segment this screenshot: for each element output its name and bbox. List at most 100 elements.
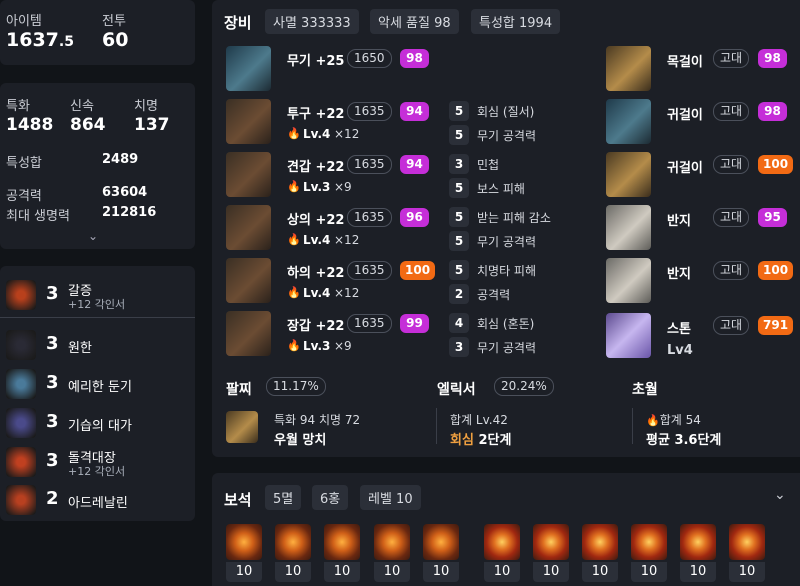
accessory-name: 목걸이	[667, 55, 703, 70]
gear-icon[interactable]	[226, 205, 271, 250]
engraving-icon	[6, 330, 36, 360]
engraving-level: 3	[46, 283, 59, 304]
accessory-name: 반지	[667, 267, 691, 282]
elixir-title: 엘릭서	[437, 382, 476, 398]
gem-item[interactable]: 10	[484, 524, 520, 582]
gems-title: 보석	[224, 491, 252, 509]
gear-item-level: 1635	[347, 102, 392, 121]
gear-name: 투구 +22	[287, 107, 345, 122]
flame-icon: 🔥	[287, 286, 301, 299]
gear-icon[interactable]	[226, 99, 271, 144]
engraving-level: 2	[46, 488, 59, 509]
engraving-name[interactable]: 원한	[68, 337, 92, 356]
gear-icon[interactable]	[226, 152, 271, 197]
accessory-grade: 고대	[713, 261, 750, 280]
accessory-quality-badge: 791	[758, 316, 794, 335]
collapse-chevron-icon[interactable]: ⌄	[774, 487, 786, 503]
gem-item[interactable]: 10	[729, 524, 765, 582]
gem-icon	[374, 524, 410, 560]
accessory-icon[interactable]	[606, 313, 651, 358]
accessory-icon[interactable]	[606, 258, 651, 303]
tag-gem-3: 레벨 10	[360, 485, 421, 510]
elixir-option-name: 공격력	[477, 288, 511, 302]
engraving-name[interactable]: 기습의 대가	[68, 415, 132, 434]
combat-level-value: 60	[102, 29, 129, 51]
stat-fatal-label: 치명	[134, 99, 158, 114]
engraving-book: +12 각인서	[68, 298, 126, 311]
transcend-multiplier: ×12	[334, 233, 360, 247]
accessory-name: 귀걸이	[667, 161, 703, 176]
gem-item[interactable]: 10	[582, 524, 618, 582]
gem-icon	[275, 524, 311, 560]
expand-chevron-icon[interactable]: ⌄	[88, 229, 98, 243]
gem-item[interactable]: 10	[324, 524, 360, 582]
elixir-option-name: 무기 공격력	[477, 129, 537, 143]
accessory-icon[interactable]	[606, 99, 651, 144]
transcend-multiplier: ×9	[334, 180, 352, 194]
gear-name: 견갑 +22	[287, 160, 345, 175]
engraving-name[interactable]: 아드레날린	[68, 492, 128, 511]
gem-icon	[484, 524, 520, 560]
transcend-title: 초월	[632, 382, 658, 398]
flame-icon: 🔥	[287, 339, 301, 352]
elixir-option-level: 5	[449, 101, 469, 121]
transcend-average: 평균 3.6단계	[646, 433, 722, 448]
gear-quality-badge: 96	[400, 208, 429, 227]
gear-item-level: 1635	[347, 261, 392, 280]
accessory-quality-badge: 98	[758, 49, 787, 68]
stat-hp-value: 212816	[102, 205, 157, 220]
gem-item[interactable]: 10	[275, 524, 311, 582]
elixir-option-name: 무기 공격력	[477, 235, 537, 249]
stat-atk-label: 공격력	[6, 189, 42, 204]
elixir-effect: 회심 2단계	[450, 433, 512, 448]
engraving-icon	[6, 369, 36, 399]
gem-item[interactable]: 10	[226, 524, 262, 582]
accessory-icon[interactable]	[606, 46, 651, 91]
elixir-option-name: 받는 피해 감소	[477, 211, 551, 225]
accessory-grade: 고대	[713, 155, 750, 174]
divider	[632, 408, 633, 444]
elixir-option-level: 3	[449, 337, 469, 357]
bracelet-stats: 특화 94 치명 72	[274, 413, 361, 427]
transcend-level: Lv.4	[303, 127, 331, 141]
gem-icon	[680, 524, 716, 560]
gem-item[interactable]: 10	[423, 524, 459, 582]
flame-icon: 🔥	[287, 180, 301, 193]
divider	[0, 317, 195, 318]
accessory-icon[interactable]	[606, 152, 651, 197]
accessory-grade: 고대	[713, 49, 750, 68]
engraving-name[interactable]: 예리한 둔기	[68, 376, 132, 395]
bracelet-percent: 11.17%	[266, 377, 326, 396]
bracelet-icon	[226, 411, 258, 443]
transcend-level: Lv.4	[303, 233, 331, 247]
gem-item[interactable]: 10	[374, 524, 410, 582]
gear-icon[interactable]	[226, 311, 271, 356]
engraving-icon	[6, 280, 36, 310]
accessory-quality-badge: 100	[758, 155, 794, 174]
gem-icon	[423, 524, 459, 560]
gear-item-level: 1635	[347, 155, 392, 174]
gear-icon[interactable]	[226, 46, 271, 91]
accessory-icon[interactable]	[606, 205, 651, 250]
elixir-option-level: 5	[449, 125, 469, 145]
stat-fatal-value: 137	[134, 115, 170, 135]
gem-item[interactable]: 10	[533, 524, 569, 582]
elixir-option-level: 4	[449, 313, 469, 333]
stone-level: Lv4	[667, 343, 693, 358]
gem-item[interactable]: 10	[631, 524, 667, 582]
gem-item[interactable]: 10	[680, 524, 716, 582]
elixir-option-name: 무기 공격력	[477, 341, 537, 355]
stat-total-label: 특성합	[6, 156, 42, 171]
gem-level: 10	[631, 562, 667, 582]
flame-icon: 🔥	[287, 233, 301, 246]
gear-icon[interactable]	[226, 258, 271, 303]
gear-item-level: 1635	[347, 314, 392, 333]
gem-level: 10	[533, 562, 569, 582]
transcend-multiplier: ×12	[334, 286, 360, 300]
summary-panel: 아이템 1637.5 전투 60	[0, 0, 195, 65]
stats-panel: 특화 1488 신속 864 치명 137 특성합 2489 공격력 63604…	[0, 83, 195, 249]
accessory-name: 귀걸이	[667, 108, 703, 123]
gear-name: 하의 +22	[287, 266, 345, 281]
accessory-quality-badge: 98	[758, 102, 787, 121]
engraving-icon	[6, 408, 36, 438]
